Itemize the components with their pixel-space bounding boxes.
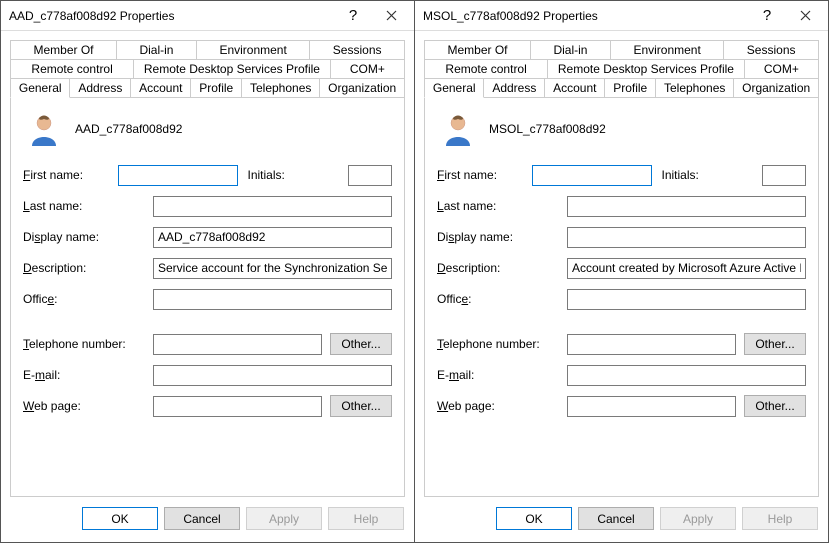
tab-rds-profile[interactable]: Remote Desktop Services Profile	[547, 59, 745, 78]
tab-account[interactable]: Account	[544, 78, 605, 98]
tab-environment[interactable]: Environment	[196, 40, 310, 59]
first-name-label: First name:	[23, 168, 118, 182]
dialog-footer: OK Cancel Apply Help	[415, 497, 828, 542]
tab-strip: Member Of Dial-in Environment Sessions R…	[424, 40, 819, 98]
titlebar[interactable]: MSOL_c778af008d92 Properties ?	[415, 1, 828, 31]
office-label: Office:	[23, 292, 153, 306]
email-field[interactable]	[567, 365, 806, 386]
web-page-other-button[interactable]: Other...	[330, 395, 392, 417]
window-title: AAD_c778af008d92 Properties	[9, 9, 337, 23]
web-page-other-button[interactable]: Other...	[744, 395, 806, 417]
initials-label: Initials:	[662, 168, 757, 182]
telephone-field[interactable]	[567, 334, 736, 355]
dialog-footer: OK Cancel Apply Help	[1, 497, 414, 542]
telephone-other-button[interactable]: Other...	[330, 333, 392, 355]
display-name-label: Display name:	[437, 230, 567, 244]
first-name-field[interactable]	[118, 165, 238, 186]
ok-button[interactable]: OK	[496, 507, 572, 530]
office-field[interactable]	[567, 289, 806, 310]
tab-remote-control[interactable]: Remote control	[10, 59, 134, 78]
tab-environment[interactable]: Environment	[610, 40, 724, 59]
tab-member-of[interactable]: Member Of	[424, 40, 531, 59]
tab-remote-control[interactable]: Remote control	[424, 59, 548, 78]
help-icon[interactable]: ?	[337, 1, 369, 31]
first-name-label: First name:	[437, 168, 532, 182]
display-name-field[interactable]	[153, 227, 392, 248]
description-label: Description:	[23, 261, 153, 275]
last-name-label: Last name:	[437, 199, 567, 213]
apply-button[interactable]: Apply	[246, 507, 322, 530]
tab-sessions[interactable]: Sessions	[723, 40, 819, 59]
display-name-label: Display name:	[23, 230, 153, 244]
initials-field[interactable]	[348, 165, 392, 186]
titlebar[interactable]: AAD_c778af008d92 Properties ?	[1, 1, 414, 31]
email-label: E-mail:	[437, 368, 567, 382]
tab-address[interactable]: Address	[483, 78, 545, 98]
tab-strip: Member Of Dial-in Environment Sessions R…	[10, 40, 405, 98]
web-page-label: Web page:	[23, 399, 153, 413]
office-field[interactable]	[153, 289, 392, 310]
telephone-label: Telephone number:	[437, 337, 567, 351]
window-title: MSOL_c778af008d92 Properties	[423, 9, 751, 23]
tab-address[interactable]: Address	[69, 78, 131, 98]
tab-member-of[interactable]: Member Of	[10, 40, 117, 59]
web-page-field[interactable]	[153, 396, 322, 417]
last-name-label: Last name:	[23, 199, 153, 213]
tab-general[interactable]: General	[10, 78, 70, 98]
cancel-button[interactable]: Cancel	[164, 507, 240, 530]
close-icon[interactable]	[783, 1, 828, 31]
first-name-field[interactable]	[532, 165, 652, 186]
tab-com-plus[interactable]: COM+	[330, 59, 405, 78]
tab-account[interactable]: Account	[130, 78, 191, 98]
last-name-field[interactable]	[153, 196, 392, 217]
last-name-field[interactable]	[567, 196, 806, 217]
tab-rds-profile[interactable]: Remote Desktop Services Profile	[133, 59, 331, 78]
tab-dial-in[interactable]: Dial-in	[530, 40, 611, 59]
tab-profile[interactable]: Profile	[604, 78, 656, 98]
close-icon[interactable]	[369, 1, 414, 31]
web-page-field[interactable]	[567, 396, 736, 417]
ok-button[interactable]: OK	[82, 507, 158, 530]
display-name-field[interactable]	[567, 227, 806, 248]
description-label: Description:	[437, 261, 567, 275]
tab-organization[interactable]: Organization	[319, 78, 405, 98]
tab-organization[interactable]: Organization	[733, 78, 819, 98]
email-field[interactable]	[153, 365, 392, 386]
user-icon	[441, 112, 475, 146]
tab-profile[interactable]: Profile	[190, 78, 242, 98]
tab-panel-general: MSOL_c778af008d92 First name: Initials: …	[424, 97, 819, 497]
cancel-button[interactable]: Cancel	[578, 507, 654, 530]
description-field[interactable]	[153, 258, 392, 279]
tab-com-plus[interactable]: COM+	[744, 59, 819, 78]
apply-button[interactable]: Apply	[660, 507, 736, 530]
tab-sessions[interactable]: Sessions	[309, 40, 405, 59]
tab-telephones[interactable]: Telephones	[241, 78, 320, 98]
description-field[interactable]	[567, 258, 806, 279]
username-heading: AAD_c778af008d92	[75, 122, 182, 136]
help-icon[interactable]: ?	[751, 1, 783, 31]
initials-field[interactable]	[762, 165, 806, 186]
tab-dial-in[interactable]: Dial-in	[116, 40, 197, 59]
properties-dialog-right: MSOL_c778af008d92 Properties ? Member Of…	[414, 0, 829, 543]
properties-dialog-left: AAD_c778af008d92 Properties ? Member Of …	[0, 0, 415, 543]
email-label: E-mail:	[23, 368, 153, 382]
telephone-other-button[interactable]: Other...	[744, 333, 806, 355]
tab-panel-general: AAD_c778af008d92 First name: Initials: L…	[10, 97, 405, 497]
tab-telephones[interactable]: Telephones	[655, 78, 734, 98]
telephone-label: Telephone number:	[23, 337, 153, 351]
office-label: Office:	[437, 292, 567, 306]
user-icon	[27, 112, 61, 146]
username-heading: MSOL_c778af008d92	[489, 122, 606, 136]
tab-general[interactable]: General	[424, 78, 484, 98]
telephone-field[interactable]	[153, 334, 322, 355]
help-button[interactable]: Help	[328, 507, 404, 530]
web-page-label: Web page:	[437, 399, 567, 413]
help-button[interactable]: Help	[742, 507, 818, 530]
initials-label: Initials:	[248, 168, 343, 182]
